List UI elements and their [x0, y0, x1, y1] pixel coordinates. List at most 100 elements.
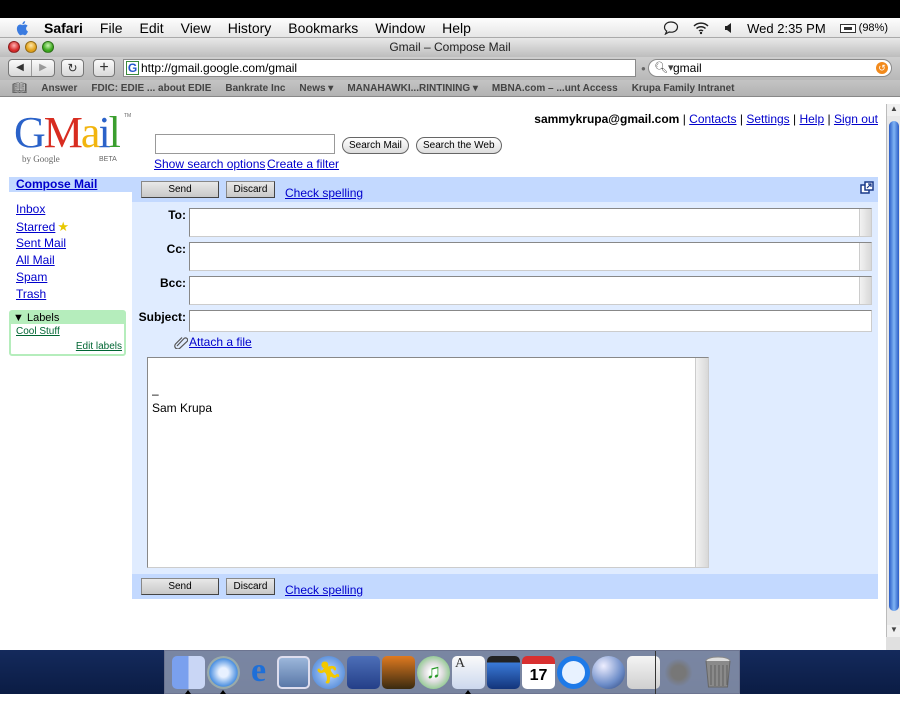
dock-separator	[655, 651, 656, 695]
bookmark-item[interactable]: Krupa Family Intranet	[632, 83, 735, 94]
forward-button[interactable]: ▶	[32, 60, 54, 76]
address-dropdown-icon[interactable]: ●	[641, 64, 646, 73]
send-button-bottom[interactable]: Send	[141, 578, 219, 595]
reload-button[interactable]: ↻	[61, 59, 84, 77]
nav-sent-link[interactable]: Sent Mail	[16, 236, 66, 250]
create-filter-link[interactable]: Create a filter	[267, 157, 339, 171]
nav-all-mail-link[interactable]: All Mail	[16, 253, 55, 267]
scrollbar-thumb[interactable]	[889, 121, 899, 611]
page-scrollbar[interactable]: ▲ ▼	[886, 104, 900, 637]
minimize-window-button[interactable]	[25, 41, 37, 53]
dock-trash-icon[interactable]	[705, 656, 731, 689]
nav-inbox-link[interactable]: Inbox	[16, 202, 45, 216]
title-bar[interactable]: Gmail – Compose Mail	[0, 38, 900, 57]
dock-ichat-icon[interactable]: 🏃︎	[312, 655, 345, 689]
dock-finder-icon[interactable]	[172, 655, 205, 694]
popout-window-icon[interactable]	[860, 181, 874, 195]
snapback-icon[interactable]: ↺	[876, 62, 888, 74]
gmail-logo[interactable]: GMail TM by Google BETA	[14, 111, 131, 165]
check-spelling-link-bottom[interactable]: Check spelling	[285, 583, 363, 597]
dock-quicktime-icon[interactable]	[557, 655, 590, 689]
dock-sherlock-icon[interactable]	[662, 655, 695, 689]
volume-icon[interactable]	[723, 21, 733, 35]
bookmark-item[interactable]: FDIC: EDIE ... about EDIE	[91, 83, 211, 94]
add-bookmark-button[interactable]: +	[93, 59, 115, 77]
dock-textedit-icon[interactable]: A	[452, 655, 485, 694]
dock-ical-icon[interactable]: 17	[522, 655, 555, 689]
dock-network-globe-icon[interactable]	[592, 655, 625, 689]
menu-bookmarks[interactable]: Bookmarks	[288, 20, 358, 36]
discard-button-bottom[interactable]: Discard	[226, 578, 275, 595]
apple-menu-icon[interactable]	[14, 20, 32, 36]
menu-history[interactable]: History	[228, 20, 272, 36]
logo-by-google: by Google	[22, 154, 60, 164]
wifi-icon[interactable]	[693, 21, 709, 35]
check-spelling-link[interactable]: Check spelling	[285, 186, 363, 200]
label-item[interactable]: Cool Stuff	[16, 326, 60, 337]
address-bar[interactable]: G http://gmail.google.com/gmail	[123, 59, 636, 77]
nav-starred-link[interactable]: Starred	[16, 220, 55, 234]
dock-itunes-icon[interactable]: ♫	[417, 655, 450, 689]
close-window-button[interactable]	[8, 41, 20, 53]
dock-imovie-icon[interactable]	[487, 655, 520, 689]
menu-help[interactable]: Help	[442, 20, 471, 36]
running-indicator	[465, 689, 471, 694]
bookmark-folder[interactable]: MANAHAWKI...RINTINING ▾	[347, 83, 478, 94]
dock-mail-icon[interactable]	[277, 655, 310, 689]
menu-file[interactable]: File	[100, 20, 123, 36]
message-body-field[interactable]: – Sam Krupa	[147, 357, 709, 568]
help-link[interactable]: Help	[799, 112, 824, 126]
google-search-field[interactable]: 🔍︎▾ gmail ↺	[648, 59, 892, 77]
bookmark-item[interactable]: MBNA.com – ...unt Access	[492, 83, 618, 94]
back-forward-buttons: ◀ ▶	[8, 59, 55, 77]
search-mail-button[interactable]: Search Mail	[342, 137, 409, 154]
scroll-down-arrow-icon[interactable]: ▼	[887, 625, 900, 637]
to-field[interactable]	[189, 208, 872, 237]
mailbox-nav: Inbox Starred ★ Sent Mail All Mail Spam T…	[16, 201, 69, 303]
magnifier-icon[interactable]: 🔍︎▾	[654, 60, 674, 76]
mail-search-input[interactable]	[155, 134, 335, 154]
body-scrollbar[interactable]	[695, 358, 708, 567]
ichat-status-icon[interactable]	[663, 21, 679, 35]
menu-edit[interactable]: Edit	[139, 20, 163, 36]
bookmarks-book-icon[interactable]: 📖︎	[12, 81, 27, 95]
bcc-field-scrollbar[interactable]	[859, 277, 871, 304]
search-web-button[interactable]: Search the Web	[416, 137, 502, 154]
nav-spam-link[interactable]: Spam	[16, 270, 47, 284]
labels-header[interactable]: ▼ Labels	[11, 312, 124, 324]
cc-label: Cc:	[166, 242, 186, 256]
sign-out-link[interactable]: Sign out	[834, 112, 878, 126]
nav-trash-link[interactable]: Trash	[16, 287, 46, 301]
battery-status[interactable]: (98%)	[839, 22, 888, 34]
labels-title: Labels	[26, 312, 60, 324]
bookmark-folder[interactable]: News ▾	[299, 83, 333, 94]
compose-mail-link[interactable]: Compose Mail	[16, 177, 97, 191]
dock-internet-explorer-icon[interactable]: e	[242, 653, 275, 689]
to-field-scrollbar[interactable]	[859, 209, 871, 236]
edit-labels-link[interactable]: Edit labels	[76, 341, 122, 352]
menu-view[interactable]: View	[181, 20, 211, 36]
cc-field-scrollbar[interactable]	[859, 243, 871, 270]
cc-field[interactable]	[189, 242, 872, 271]
settings-link[interactable]: Settings	[746, 112, 789, 126]
attach-file-link[interactable]: Attach a file	[189, 335, 252, 349]
bookmark-item[interactable]: Bankrate Inc	[225, 83, 285, 94]
send-button[interactable]: Send	[141, 181, 219, 198]
show-search-options-link[interactable]: Show search options	[154, 157, 265, 171]
discard-button[interactable]: Discard	[226, 181, 275, 198]
scroll-up-arrow-icon[interactable]: ▲	[887, 104, 900, 116]
dock-dashboard-icon[interactable]	[347, 655, 380, 689]
dock-iphoto-icon[interactable]	[382, 655, 415, 689]
contacts-link[interactable]: Contacts	[689, 112, 736, 126]
subject-field[interactable]	[189, 310, 872, 332]
dock-safari-icon[interactable]	[207, 655, 240, 694]
bcc-field[interactable]	[189, 276, 872, 305]
menu-window[interactable]: Window	[375, 20, 425, 36]
resize-grip-icon[interactable]	[886, 637, 900, 650]
bookmark-item[interactable]: Answer	[41, 83, 77, 94]
clock[interactable]: Wed 2:35 PM	[747, 21, 826, 36]
back-button[interactable]: ◀	[9, 60, 32, 76]
google-favicon-icon: G	[126, 61, 139, 75]
zoom-window-button[interactable]	[42, 41, 54, 53]
menu-app-name[interactable]: Safari	[44, 20, 83, 36]
